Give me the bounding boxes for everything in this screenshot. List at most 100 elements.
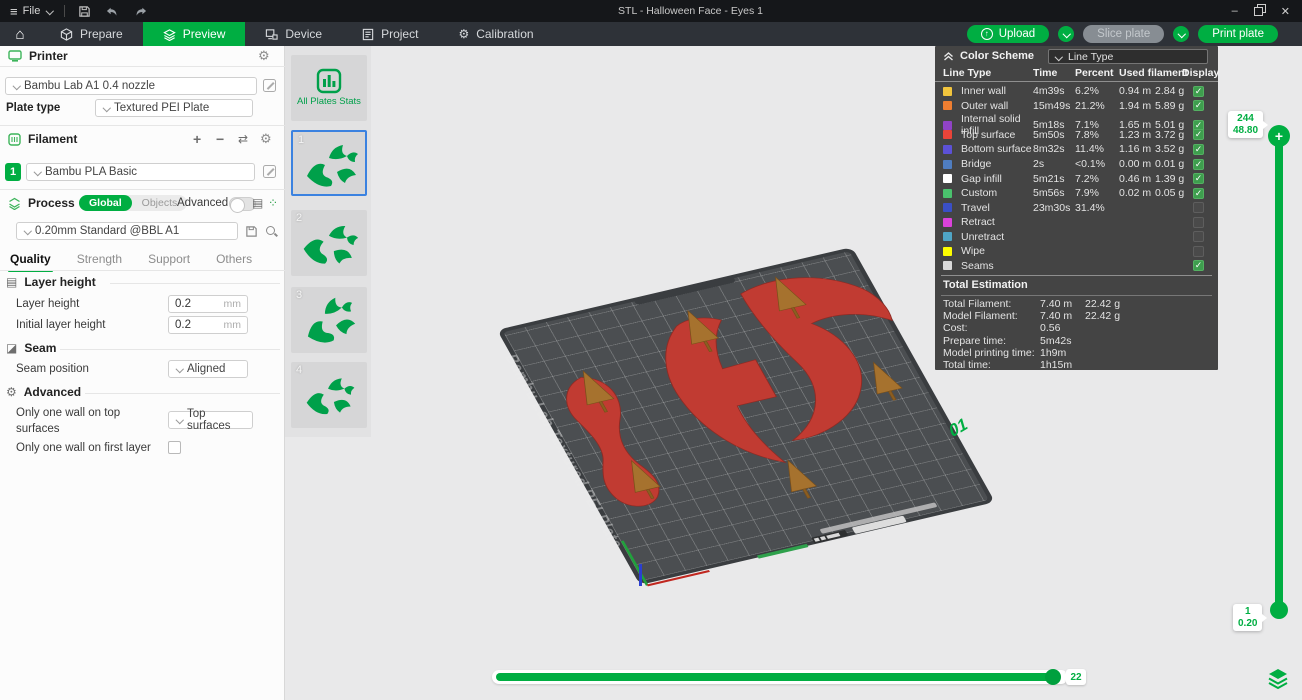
plate-thumbnail-3[interactable]: 3 [291, 287, 367, 353]
save-button[interactable] [75, 3, 93, 19]
layer-height-input[interactable]: 0.2 mm [168, 295, 248, 313]
home-button[interactable]: ⌂ [0, 22, 40, 46]
display-checkbox[interactable] [1193, 217, 1204, 228]
total-value-1: 1h9m [1040, 347, 1085, 359]
one-wall-top-value: Top surfaces [187, 408, 246, 432]
printer-preset-dropdown[interactable]: Bambu Lab A1 0.4 nozzle [5, 77, 257, 95]
close-button[interactable]: ✕ [1281, 5, 1290, 18]
legend-row: Retract [935, 215, 1218, 230]
display-checkbox[interactable]: ✓ [1193, 159, 1204, 170]
device-icon [265, 28, 278, 41]
plate-thumbnail-2[interactable]: 2 [291, 210, 367, 276]
line-type-weight: 5.89 g [1155, 100, 1193, 112]
line-type-time: 15m49s [1033, 100, 1075, 112]
layers-view-button[interactable] [1266, 666, 1290, 690]
plate-thumbnail-number: 4 [296, 364, 302, 376]
layer-slider-bottom-handle[interactable] [1270, 601, 1288, 619]
chevron-down-icon [102, 104, 110, 113]
upload-button[interactable]: ↑ Upload [967, 25, 1049, 43]
initial-layer-height-label: Initial layer height [16, 319, 106, 331]
redo-button[interactable] [131, 3, 149, 19]
line-type-label: Unretract [961, 231, 1033, 243]
tab-project[interactable]: Project [342, 22, 438, 46]
print-dropdown-button[interactable] [1173, 26, 1189, 42]
tab-quality[interactable]: Quality [10, 252, 51, 266]
seam-position-dropdown[interactable]: Aligned [168, 360, 248, 378]
tab-device-label: Device [285, 27, 322, 41]
printer-preset-value: Bambu Lab A1 0.4 nozzle [24, 80, 155, 92]
objects-params-button[interactable]: ⁘ [268, 196, 278, 210]
slice-dropdown-button[interactable] [1058, 26, 1074, 42]
tab-device[interactable]: Device [245, 22, 342, 46]
printer-settings-button[interactable]: ⚙ [258, 49, 270, 62]
parameter-list-button[interactable]: ▤ [252, 196, 263, 210]
display-checkbox[interactable]: ✓ [1193, 86, 1204, 97]
tab-support[interactable]: Support [148, 252, 190, 266]
display-checkbox[interactable]: ✓ [1193, 144, 1204, 155]
save-preset-button[interactable] [245, 225, 258, 241]
search-settings-button[interactable] [265, 225, 278, 238]
tab-preview[interactable]: Preview [143, 22, 246, 46]
sync-filament-button[interactable]: ⇄ [238, 132, 248, 146]
advanced-label: Advanced [177, 197, 228, 209]
collapse-panel-button[interactable] [943, 51, 954, 65]
move-slider-handle[interactable] [1045, 669, 1061, 685]
restore-button[interactable] [1254, 4, 1265, 18]
minimize-button[interactable]: – [1232, 5, 1238, 17]
stats-chart-icon [316, 68, 342, 94]
seam-position-label: Seam position [16, 363, 89, 375]
slice-plate-button[interactable]: Slice plate [1083, 25, 1164, 43]
filament-settings-button[interactable]: ⚙ [260, 132, 272, 145]
process-scope-toggle[interactable]: Global Objects [79, 195, 187, 211]
tab-prepare[interactable]: Prepare [40, 22, 143, 46]
line-type-label: Bridge [961, 158, 1033, 170]
initial-layer-height-input[interactable]: 0.2 mm [168, 316, 248, 334]
total-label: Model Filament: [943, 310, 1040, 322]
view-mode-dropdown[interactable]: Line Type [1048, 49, 1208, 64]
display-checkbox[interactable]: ✓ [1193, 188, 1204, 199]
remove-filament-button[interactable]: − [216, 131, 224, 147]
display-checkbox[interactable]: ✓ [1193, 100, 1204, 111]
display-checkbox[interactable]: ✓ [1193, 260, 1204, 271]
plate-type-dropdown[interactable]: Textured PEI Plate [95, 99, 253, 117]
print-plate-button[interactable]: Print plate [1198, 25, 1278, 43]
plate-thumbnail-1[interactable]: 1 [291, 130, 367, 196]
printer-icon [8, 50, 22, 62]
legend-row: Inner wall4m39s6.2%0.94 m2.84 g✓ [935, 84, 1218, 99]
tab-calibration[interactable]: ⚙ Calibration [438, 22, 553, 46]
layer-height-value: 0.2 [175, 298, 191, 310]
layer-slider-top-handle[interactable]: + [1268, 125, 1290, 147]
build-plate: Bambu Lab Textured PEI Plate [497, 247, 995, 585]
tab-strength[interactable]: Strength [77, 252, 122, 266]
divider [64, 5, 65, 17]
file-menu[interactable]: ≡ File [10, 4, 54, 19]
one-wall-top-dropdown[interactable]: Top surfaces [168, 411, 253, 429]
one-wall-first-checkbox[interactable] [168, 441, 181, 454]
edit-filament-button[interactable] [263, 165, 276, 178]
display-checkbox[interactable]: ✓ [1193, 173, 1204, 184]
edit-printer-button[interactable] [263, 79, 276, 92]
display-checkbox[interactable] [1193, 246, 1204, 257]
color-scheme-panel: Color Scheme Line Type Line Type Time Pe… [935, 46, 1218, 370]
scope-global[interactable]: Global [79, 195, 132, 211]
line-type-label: Gap infill [961, 173, 1033, 185]
all-plates-stats-button[interactable]: All Plates Stats [291, 55, 367, 121]
display-checkbox[interactable] [1193, 231, 1204, 242]
layer-slider-track[interactable] [1275, 136, 1283, 610]
advanced-section-icon: ⚙ [6, 385, 17, 399]
total-row: Cost:0.56 [943, 322, 1203, 334]
undo-button[interactable] [103, 3, 121, 19]
display-checkbox[interactable]: ✓ [1193, 129, 1204, 140]
tab-others[interactable]: Others [216, 252, 252, 266]
app-window: ≡ File STL - Halloween Face - Eyes 1 – ✕… [0, 0, 1302, 700]
process-preset-dropdown[interactable]: 0.20mm Standard @BBL A1 [16, 222, 238, 240]
filament-preset-dropdown[interactable]: Bambu PLA Basic [26, 163, 255, 181]
chevron-down-icon [45, 7, 54, 16]
process-tabs: Quality Strength Support Others [10, 252, 252, 266]
sliced-model-preview [503, 249, 1001, 587]
plate-thumbnail-4[interactable]: 4 [291, 362, 367, 428]
add-filament-button[interactable]: + [193, 131, 201, 147]
display-checkbox[interactable] [1193, 202, 1204, 213]
line-type-time: 5m56s [1033, 187, 1075, 199]
total-row: Total time:1h15m [943, 359, 1203, 371]
